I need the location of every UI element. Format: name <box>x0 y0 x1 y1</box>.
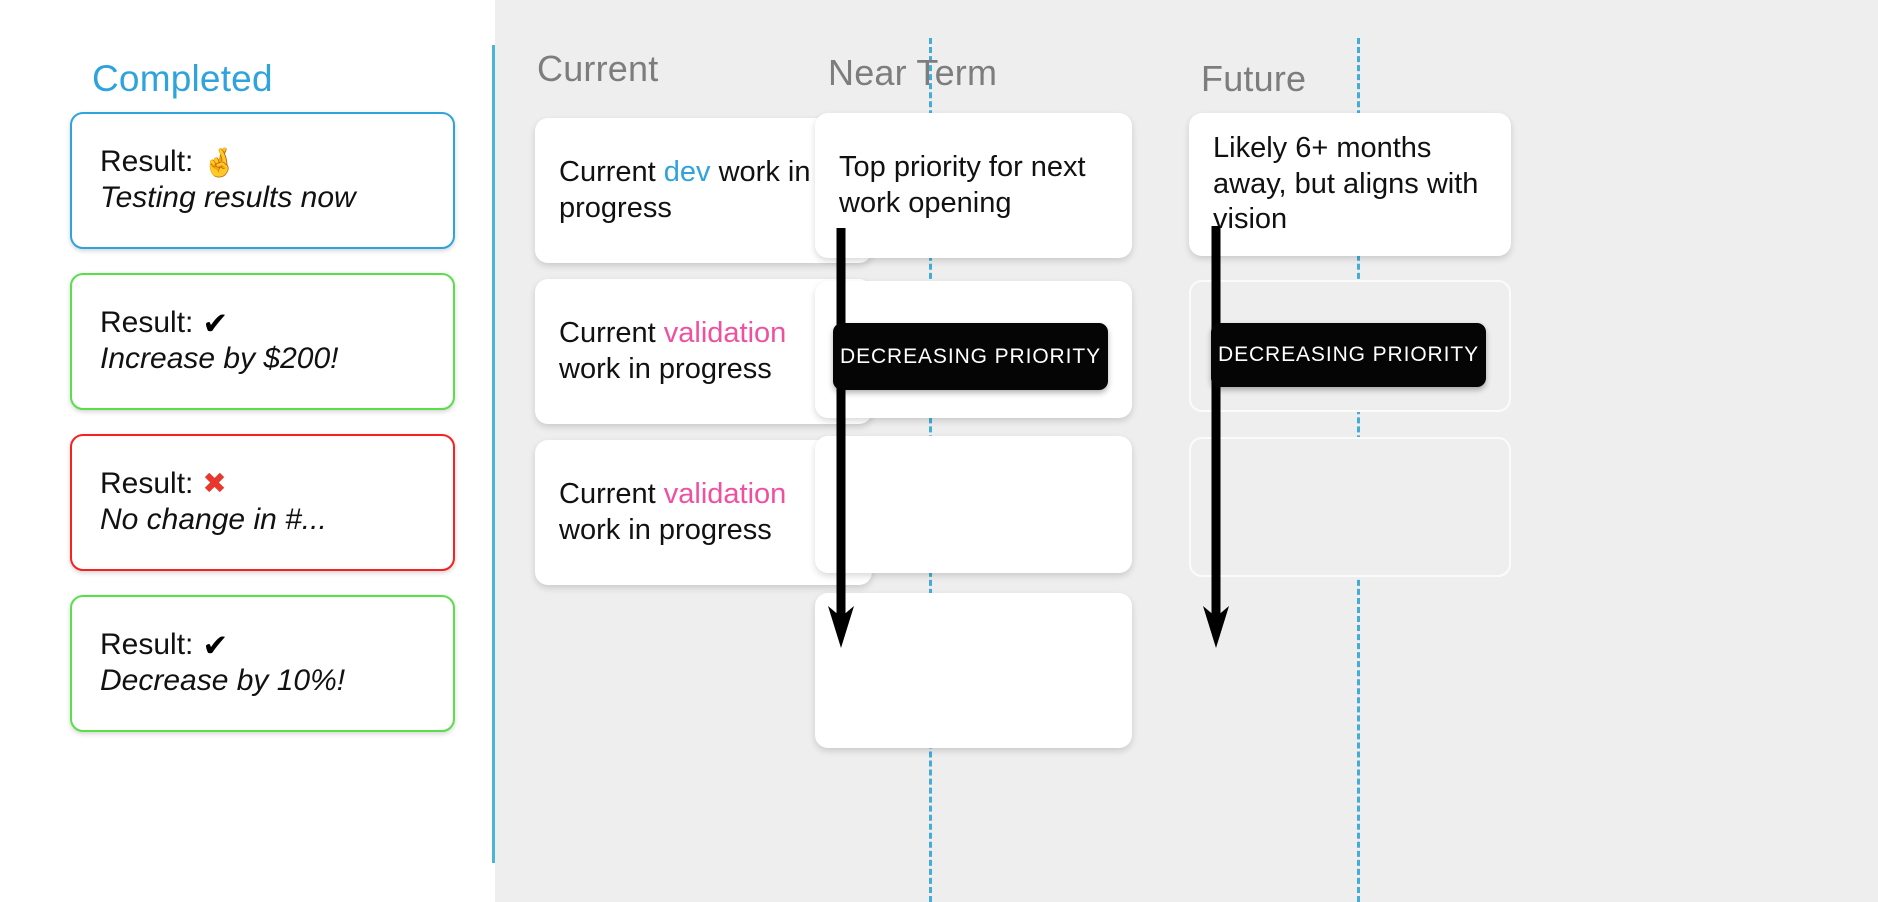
cross-mark-icon: ✖ <box>202 468 227 501</box>
dev-keyword: dev <box>663 155 711 188</box>
roadmap-board: Completed Result: 🤞 Testing results now … <box>0 0 1878 902</box>
decreasing-priority-arrow-future <box>1203 226 1229 648</box>
completed-card-label: Result: <box>100 467 194 501</box>
completed-column-title: Completed <box>92 58 273 99</box>
completed-card-result-text: Increase by $200! <box>100 342 339 376</box>
completed-card-label: Result: <box>100 145 194 179</box>
completed-card-result-line: Result: 🤞 <box>100 145 427 180</box>
roadmap-card-text: Current validation work in progress <box>559 316 848 388</box>
completed-card-result-text: No change in #... <box>100 503 327 537</box>
roadmap-card-text-run: Likely 6+ months away, but aligns with v… <box>1213 131 1479 236</box>
roadmap-card-text: Likely 6+ months away, but aligns with v… <box>1213 131 1487 239</box>
completed-card[interactable]: Result: ✔ Decrease by 10%! <box>70 595 455 732</box>
completed-panel: Completed Result: 🤞 Testing results now … <box>0 0 495 902</box>
completed-card[interactable]: Result: ✖ No change in #... <box>70 434 455 571</box>
roadmap-card-text: Current dev work in progress <box>559 155 848 227</box>
completed-card-label: Result: <box>100 628 194 662</box>
decreasing-priority-label: DECREASING PRIORITY <box>1218 343 1479 366</box>
completed-card-result-line: Result: ✖ <box>100 467 427 502</box>
decreasing-priority-label: DECREASING PRIORITY <box>840 344 1101 368</box>
completed-card-label: Result: <box>100 306 194 340</box>
column-title-future: Future <box>1201 58 1307 99</box>
column-title-current: Current <box>537 48 659 89</box>
roadmap-card-text-run: Current <box>559 477 664 510</box>
validation-keyword: validation <box>663 316 787 349</box>
validation-keyword: validation <box>663 477 787 510</box>
completed-card[interactable]: Result: 🤞 Testing results now <box>70 112 455 249</box>
roadmap-card-text: Current validation work in progress <box>559 477 848 549</box>
roadmap-card-text-run: Current <box>559 155 664 188</box>
decreasing-priority-badge: DECREASING PRIORITY <box>833 323 1108 390</box>
completed-card-result-text: Decrease by 10%! <box>100 664 346 698</box>
completed-card-result-line: Result: ✔ <box>100 306 427 341</box>
roadmap-card-text-run: work in progress <box>559 513 772 546</box>
roadmap-card-text-run: Current <box>559 316 664 349</box>
roadmap-card-text: Top priority for next work opening <box>839 150 1108 222</box>
roadmap-card-text-run: Top priority for next work opening <box>839 150 1086 219</box>
check-mark-icon: ✔ <box>202 306 229 342</box>
decreasing-priority-badge: DECREASING PRIORITY <box>1211 323 1486 387</box>
completed-card[interactable]: Result: ✔ Increase by $200! <box>70 273 455 410</box>
completed-card-result-line: Result: ✔ <box>100 628 427 663</box>
roadmap-card-text-run: work in progress <box>559 352 772 385</box>
completed-card-result-text: Testing results now <box>100 181 356 215</box>
crossed-fingers-icon: 🤞 <box>202 146 238 178</box>
column-title-near-term: Near Term <box>828 52 998 93</box>
roadmap-panel: Current Current dev work in progress Cur… <box>495 0 1878 902</box>
decreasing-priority-arrow-near-term <box>828 228 854 648</box>
check-mark-icon: ✔ <box>202 628 229 664</box>
